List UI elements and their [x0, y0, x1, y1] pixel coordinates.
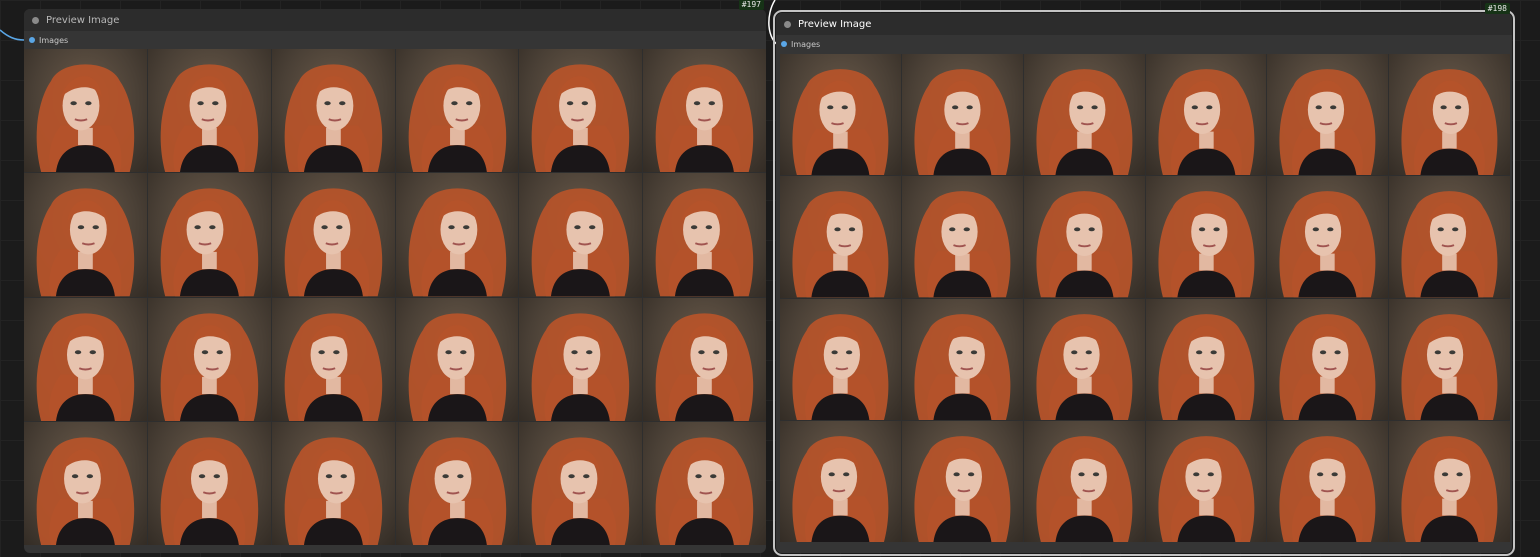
images-input-slot[interactable]: Images	[776, 37, 820, 51]
preview-thumbnail[interactable]	[519, 49, 643, 173]
preview-thumbnail[interactable]	[901, 298, 1023, 420]
preview-thumbnail[interactable]	[1023, 54, 1145, 176]
preview-thumbnail[interactable]	[643, 297, 766, 421]
input-label: Images	[39, 35, 69, 45]
preview-thumbnail[interactable]	[147, 173, 271, 297]
preview-thumbnail[interactable]	[780, 420, 901, 542]
image-preview-grid	[780, 54, 1510, 542]
preview-thumbnail[interactable]	[147, 421, 271, 545]
preview-image-node-198[interactable]: Preview Image #198 Images	[773, 3, 1515, 556]
preview-thumbnail[interactable]	[147, 297, 271, 421]
preview-thumbnail[interactable]	[24, 421, 147, 545]
preview-thumbnail[interactable]	[395, 49, 519, 173]
node-header[interactable]: Preview Image	[776, 13, 1512, 35]
preview-thumbnail[interactable]	[519, 173, 643, 297]
preview-thumbnail[interactable]	[780, 54, 901, 176]
preview-thumbnail[interactable]	[780, 176, 901, 298]
preview-thumbnail[interactable]	[1023, 420, 1145, 542]
input-label: Images	[791, 39, 821, 49]
preview-thumbnail[interactable]	[1145, 298, 1267, 420]
wire-into-node-197	[0, 29, 25, 41]
node-id-badge: #197	[738, 0, 764, 10]
preview-thumbnail[interactable]	[901, 176, 1023, 298]
preview-thumbnail[interactable]	[519, 421, 643, 545]
preview-thumbnail[interactable]	[1267, 176, 1389, 298]
preview-thumbnail[interactable]	[643, 173, 766, 297]
node-id-badge: #198	[1484, 3, 1510, 14]
node-title: Preview Image	[46, 14, 120, 26]
preview-thumbnail[interactable]	[1389, 176, 1510, 298]
preview-thumbnail[interactable]	[1145, 420, 1267, 542]
node-header[interactable]: Preview Image	[24, 9, 766, 31]
preview-thumbnail[interactable]	[1145, 176, 1267, 298]
preview-thumbnail[interactable]	[1267, 54, 1389, 176]
input-socket-icon[interactable]	[781, 41, 787, 47]
preview-thumbnail[interactable]	[1389, 298, 1510, 420]
node-status-dot-icon[interactable]	[32, 16, 39, 24]
preview-thumbnail[interactable]	[1389, 54, 1510, 176]
preview-thumbnail[interactable]	[901, 54, 1023, 176]
preview-thumbnail[interactable]	[395, 421, 519, 545]
preview-thumbnail[interactable]	[1389, 420, 1510, 542]
node-title: Preview Image	[798, 18, 872, 30]
preview-thumbnail[interactable]	[901, 420, 1023, 542]
preview-image-node-197[interactable]: Preview Image #197 Images	[24, 0, 766, 553]
preview-thumbnail[interactable]	[271, 173, 395, 297]
preview-thumbnail[interactable]	[1023, 176, 1145, 298]
images-input-slot[interactable]: Images	[24, 33, 68, 47]
preview-thumbnail[interactable]	[24, 49, 147, 173]
preview-thumbnail[interactable]	[271, 49, 395, 173]
preview-thumbnail[interactable]	[1145, 54, 1267, 176]
node-status-dot-icon[interactable]	[784, 20, 791, 28]
preview-thumbnail[interactable]	[1267, 298, 1389, 420]
preview-thumbnail[interactable]	[643, 421, 766, 545]
preview-thumbnail[interactable]	[1267, 420, 1389, 542]
input-socket-icon[interactable]	[29, 37, 35, 43]
preview-thumbnail[interactable]	[147, 49, 271, 173]
preview-thumbnail[interactable]	[780, 298, 901, 420]
preview-thumbnail[interactable]	[24, 173, 147, 297]
preview-thumbnail[interactable]	[643, 49, 766, 173]
preview-thumbnail[interactable]	[1023, 298, 1145, 420]
preview-thumbnail[interactable]	[271, 297, 395, 421]
preview-thumbnail[interactable]	[519, 297, 643, 421]
preview-thumbnail[interactable]	[271, 421, 395, 545]
preview-thumbnail[interactable]	[24, 297, 147, 421]
image-preview-grid	[24, 49, 766, 545]
workflow-canvas[interactable]: Preview Image #197 Images Preview Image …	[0, 0, 1540, 557]
preview-thumbnail[interactable]	[395, 173, 519, 297]
preview-thumbnail[interactable]	[395, 297, 519, 421]
